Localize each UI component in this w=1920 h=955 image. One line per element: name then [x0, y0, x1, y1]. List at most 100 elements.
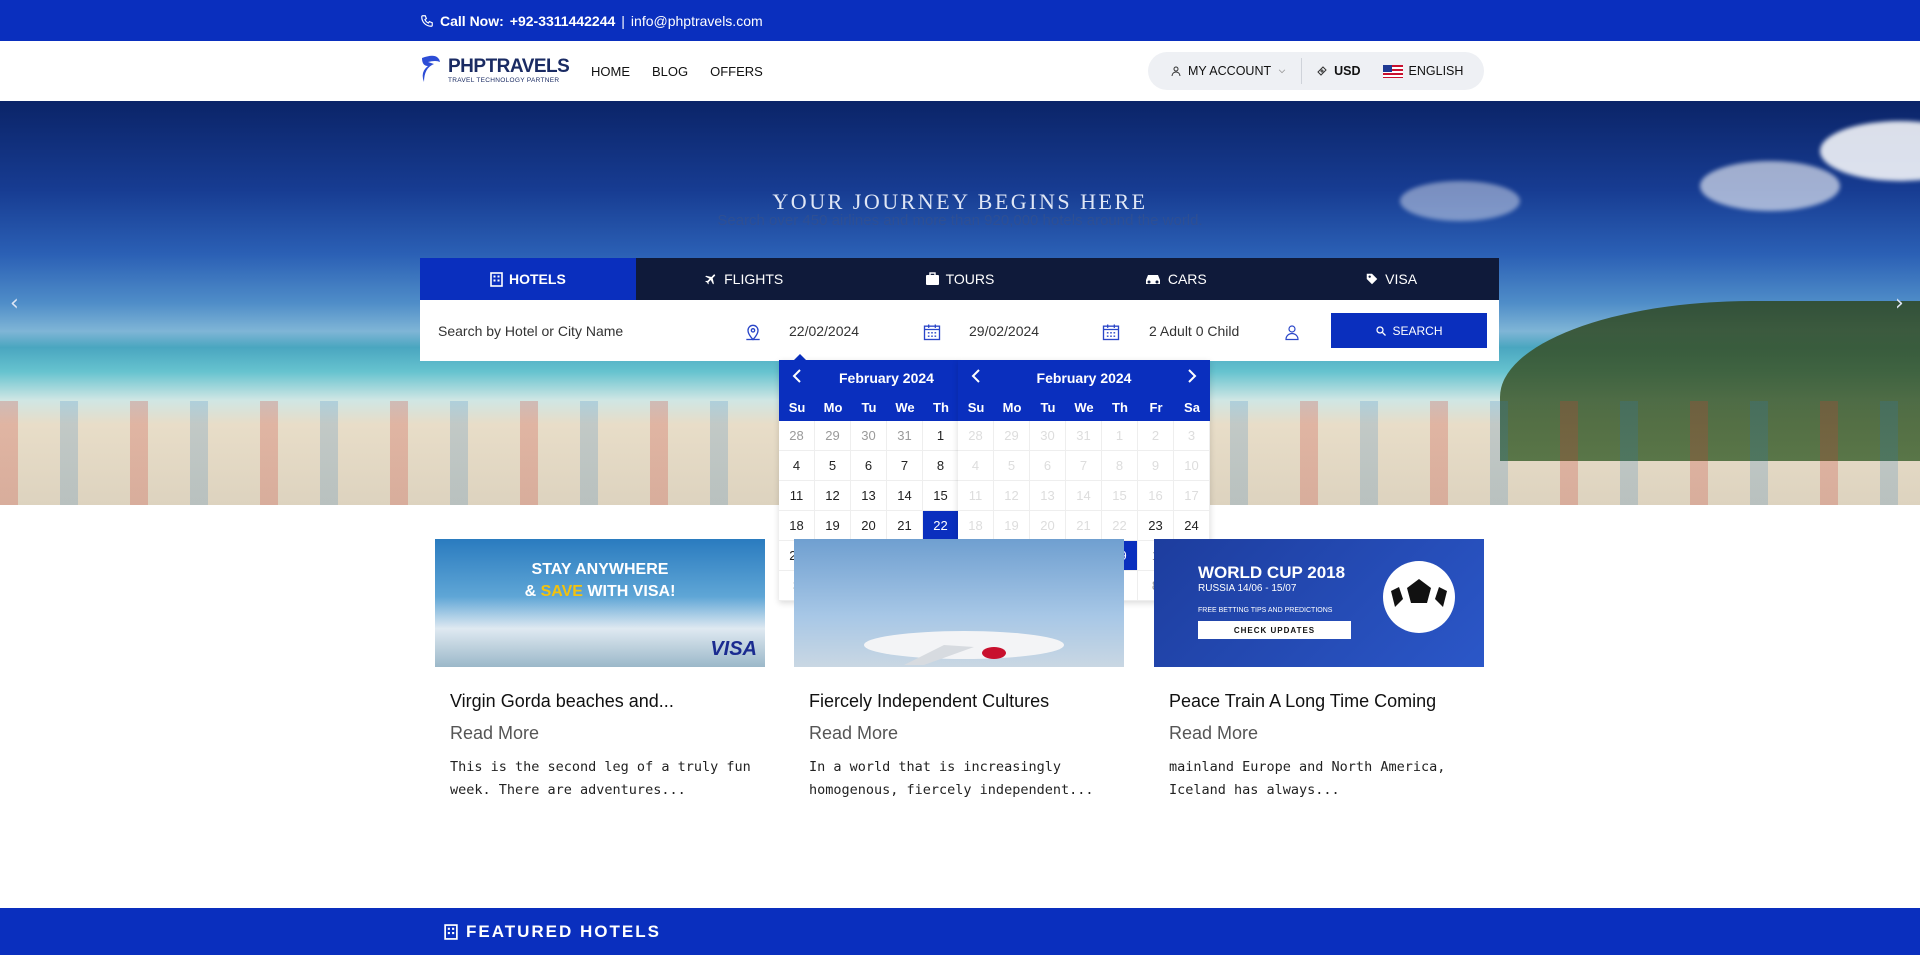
hotel-city-input[interactable]: Search by Hotel or City Name [438, 300, 748, 361]
calendar-next-icon[interactable] [1186, 368, 1198, 389]
calendar-day[interactable]: 7 [1066, 451, 1102, 481]
phone-number[interactable]: +92-3311442244 [510, 13, 616, 29]
menu-blog[interactable]: BLOG [652, 64, 688, 79]
calendar-day[interactable]: 2 [1138, 421, 1174, 451]
calendar-day[interactable]: 10 [1174, 451, 1210, 481]
calendar-left-header: February 2024 Su Mo Tu We Th [779, 360, 959, 421]
calendar-day[interactable]: 14 [887, 481, 923, 511]
calendar-day[interactable]: 13 [1030, 481, 1066, 511]
calendar-day[interactable]: 9 [1138, 451, 1174, 481]
calendar-day[interactable]: 28 [958, 421, 994, 451]
post-image-plane[interactable] [794, 539, 1124, 667]
weekday-label: We [1074, 399, 1094, 415]
tab-visa[interactable]: VISA [1283, 258, 1499, 300]
post-title[interactable]: Fiercely Independent Cultures [794, 691, 1124, 711]
post-title[interactable]: Peace Train A Long Time Coming [1154, 691, 1484, 711]
tab-tours[interactable]: TOURS [852, 258, 1068, 300]
calendar-day[interactable]: 20 [1030, 511, 1066, 541]
calendar-day[interactable]: 21 [887, 511, 923, 541]
calendar-day[interactable]: 31 [887, 421, 923, 451]
post-card[interactable]: STAY ANYWHERE & SAVE WITH VISA! VISA Vir… [435, 539, 765, 802]
calendar-day[interactable]: 8 [1102, 451, 1138, 481]
plane-icon [705, 274, 716, 285]
tab-cars[interactable]: CARS [1067, 258, 1283, 300]
calendar-week-row: 11 12 13 14 15 16 17 [958, 481, 1210, 511]
calendar-day[interactable]: 18 [958, 511, 994, 541]
calendar-day[interactable]: 5 [815, 451, 851, 481]
post-card[interactable]: WORLD CUP 2018 RUSSIA 14/06 - 15/07 FREE… [1154, 539, 1484, 802]
calendar-left-weekdays: Su Mo Tu We Th [779, 396, 959, 418]
calendar-day[interactable]: 22 [923, 511, 959, 541]
email-link[interactable]: info@phptravels.com [631, 13, 763, 29]
calendar-day[interactable]: 14 [1066, 481, 1102, 511]
calendar-day[interactable]: 1 [923, 421, 959, 451]
calendar-day[interactable]: 15 [923, 481, 959, 511]
calendar-day[interactable]: 8 [923, 451, 959, 481]
calendar-week-row: 18 19 20 21 22 [779, 511, 959, 541]
currency-selector[interactable]: USD [1316, 64, 1361, 78]
calendar-day[interactable]: 18 [779, 511, 815, 541]
calendar-right-header: February 2024 Su Mo Tu We Th Fr Sa [958, 360, 1210, 421]
post-excerpt: mainland Europe and North America, Icela… [1169, 759, 1446, 798]
calendar-week-row: 11 12 13 14 15 [779, 481, 959, 511]
calendar-day[interactable]: 31 [1066, 421, 1102, 451]
post-title[interactable]: Virgin Gorda beaches and... [435, 691, 765, 711]
check-updates-button[interactable]: CHECK UPDATES [1198, 621, 1351, 639]
calendar-day[interactable]: 29 [815, 421, 851, 451]
menu-home[interactable]: HOME [591, 64, 630, 79]
calendar-day[interactable]: 24 [1174, 511, 1210, 541]
calendar-day[interactable]: 5 [994, 451, 1030, 481]
slider-prev-arrow[interactable]: ‹ [10, 291, 19, 316]
calendar-day[interactable]: 11 [958, 481, 994, 511]
calendar-day[interactable]: 23 [1138, 511, 1174, 541]
site-logo[interactable]: PHPTRAVELS TRAVEL TECHNOLOGY PARTNER [418, 54, 570, 86]
tab-hotels[interactable]: HOTELS [420, 258, 636, 300]
calendar-day[interactable]: 7 [887, 451, 923, 481]
calendar-day[interactable]: 22 [1102, 511, 1138, 541]
search-button[interactable]: SEARCH [1331, 313, 1487, 348]
calendar-day[interactable]: 16 [1138, 481, 1174, 511]
calendar-day[interactable]: 12 [994, 481, 1030, 511]
post-card[interactable]: Fiercely Independent Cultures Read More … [794, 539, 1124, 802]
post-image-visa[interactable]: STAY ANYWHERE & SAVE WITH VISA! VISA [435, 539, 765, 667]
calendar-day[interactable]: 19 [815, 511, 851, 541]
calendar-day[interactable]: 19 [994, 511, 1030, 541]
calendar-day[interactable]: 21 [1066, 511, 1102, 541]
calendar-day[interactable]: 3 [1174, 421, 1210, 451]
calendar-day[interactable]: 12 [815, 481, 851, 511]
search-tabs: HOTELS FLIGHTS TOURS CARS VISA [420, 258, 1499, 300]
calendar-day[interactable]: 17 [1174, 481, 1210, 511]
calendar-icon [1102, 324, 1120, 341]
language-selector[interactable]: ENGLISH [1382, 64, 1463, 78]
calendar-day[interactable]: 30 [851, 421, 887, 451]
my-account-label: MY ACCOUNT [1188, 64, 1272, 78]
calendar-day[interactable]: 4 [779, 451, 815, 481]
my-account-dropdown[interactable]: MY ACCOUNT [1170, 64, 1287, 78]
post-image-worldcup[interactable]: WORLD CUP 2018 RUSSIA 14/06 - 15/07 FREE… [1154, 539, 1484, 667]
calendar-day[interactable]: 30 [1030, 421, 1066, 451]
tab-flights[interactable]: FLIGHTS [636, 258, 852, 300]
calendar-day[interactable]: 13 [851, 481, 887, 511]
guests-input[interactable]: 2 Adult 0 Child [1149, 300, 1269, 361]
calendar-day[interactable]: 28 [779, 421, 815, 451]
read-more-link[interactable]: Read More [794, 723, 1124, 744]
calendar-day[interactable]: 20 [851, 511, 887, 541]
calendar-day[interactable]: 11 [779, 481, 815, 511]
checkin-date-input[interactable]: 22/02/2024 [789, 300, 909, 361]
calendar-left-month: February 2024 [839, 370, 934, 386]
suitcase-icon [925, 272, 939, 285]
calendar-day[interactable]: 15 [1102, 481, 1138, 511]
main-menu: HOME BLOG OFFERS [591, 41, 763, 101]
calendar-prev-icon[interactable] [791, 368, 803, 389]
calendar-day[interactable]: 4 [958, 451, 994, 481]
slider-next-arrow[interactable]: › [1895, 291, 1904, 316]
menu-offers[interactable]: OFFERS [710, 64, 763, 79]
checkout-date-input[interactable]: 29/02/2024 [969, 300, 1089, 361]
weekday-label: Mo [823, 399, 843, 415]
read-more-link[interactable]: Read More [435, 723, 765, 744]
calendar-day[interactable]: 6 [1030, 451, 1066, 481]
calendar-day[interactable]: 6 [851, 451, 887, 481]
calendar-day[interactable]: 29 [994, 421, 1030, 451]
calendar-day[interactable]: 1 [1102, 421, 1138, 451]
read-more-link[interactable]: Read More [1154, 723, 1484, 744]
